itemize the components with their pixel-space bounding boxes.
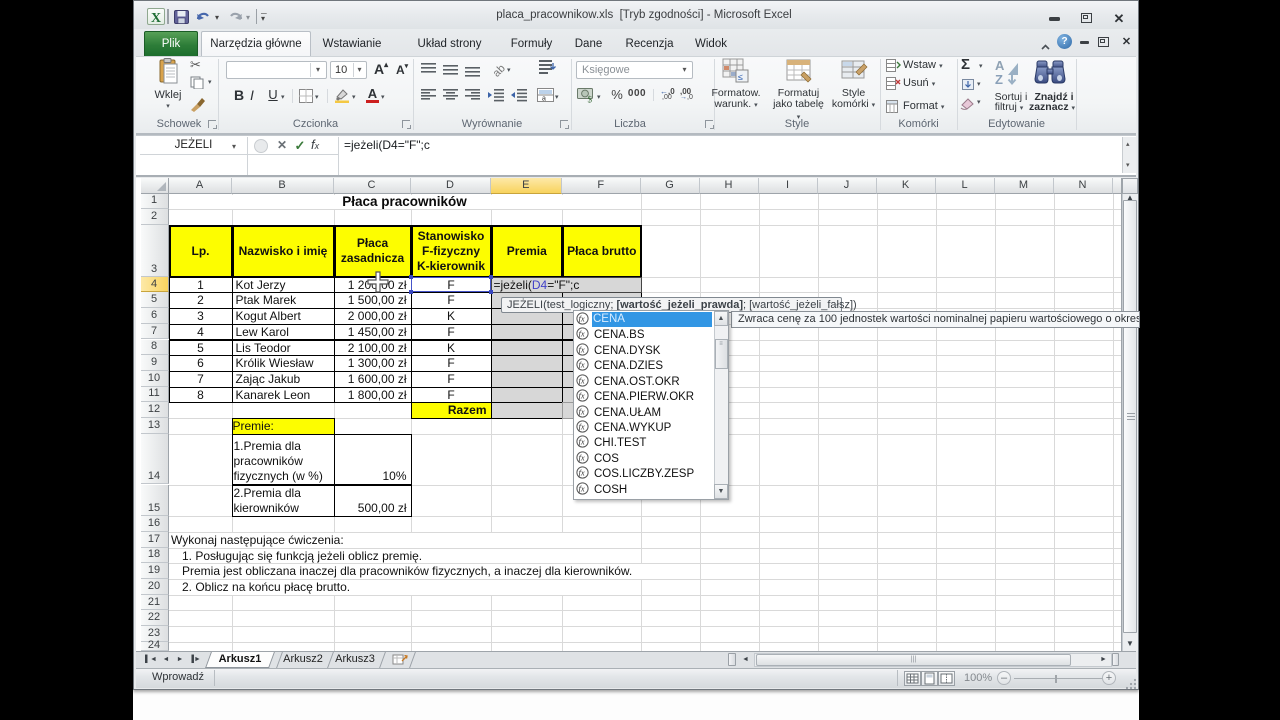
svg-text:fx: fx xyxy=(579,375,585,385)
svg-text:fx: fx xyxy=(579,406,585,416)
svg-text:fx: fx xyxy=(579,437,585,447)
svg-text:≤: ≤ xyxy=(738,72,743,82)
svg-text:fx: fx xyxy=(579,344,585,354)
svg-text:Z: Z xyxy=(995,72,1003,87)
svg-text:fx: fx xyxy=(579,468,585,478)
svg-text:A: A xyxy=(995,58,1005,73)
svg-text:fx: fx xyxy=(579,360,585,370)
svg-text:fx: fx xyxy=(579,452,585,462)
svg-text:fx: fx xyxy=(579,421,585,431)
svg-text:fx: fx xyxy=(579,391,585,401)
svg-text:fx: fx xyxy=(579,314,585,324)
svg-text:a: a xyxy=(542,96,546,103)
svg-text:ab: ab xyxy=(491,62,505,77)
svg-text:fx: fx xyxy=(579,329,585,339)
svg-text:fx: fx xyxy=(579,483,585,493)
svg-text:$: $ xyxy=(588,95,593,104)
